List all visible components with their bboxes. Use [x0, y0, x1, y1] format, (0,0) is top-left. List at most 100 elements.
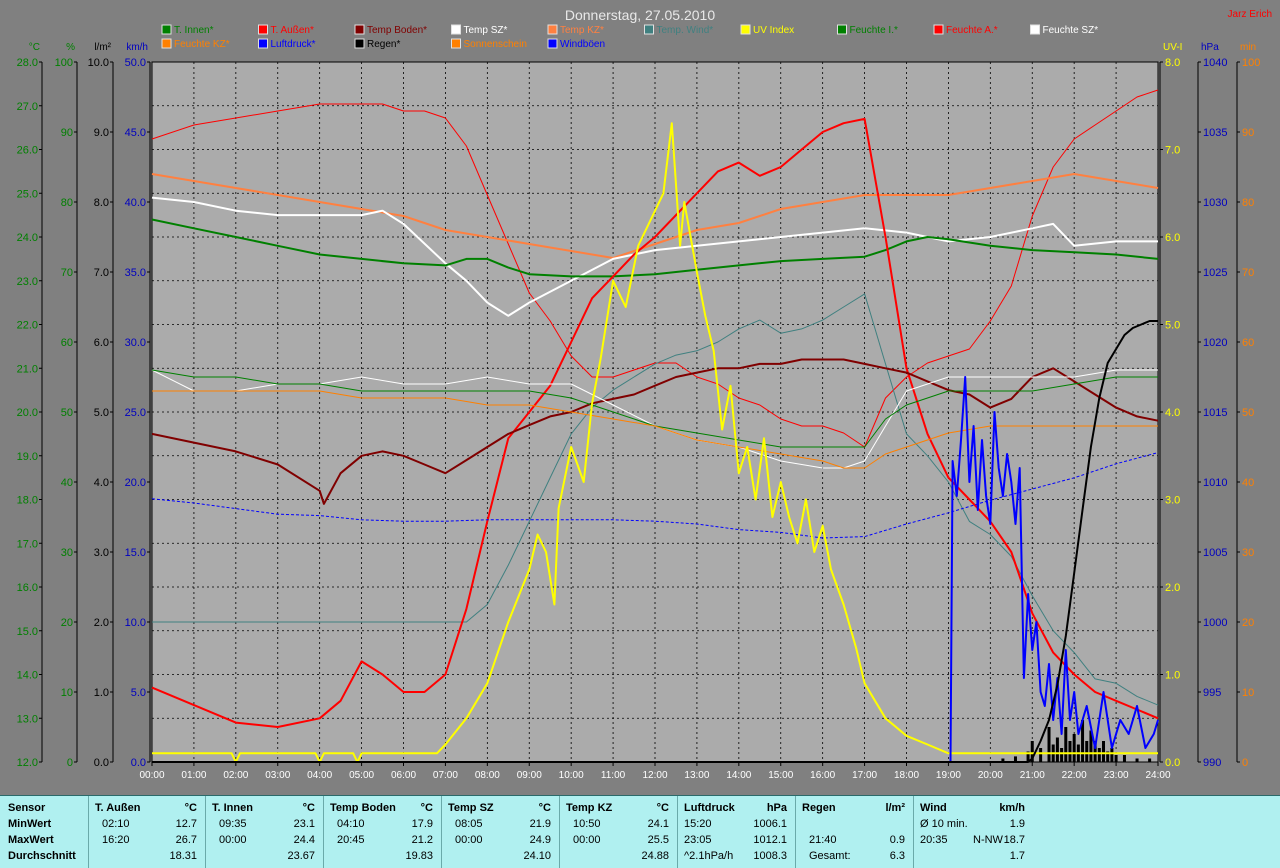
stats-column: T. Außen °C 02:10 12.7 16:20 26.7 18.31 [88, 796, 206, 868]
legend-swatch [933, 24, 944, 35]
legend-label: Feuchte A.* [946, 25, 998, 36]
right-axis-tick-label: 1020 [1203, 337, 1227, 349]
stats-value: 17.9 [411, 818, 433, 830]
stats-value: 24.4 [293, 834, 315, 846]
x-axis-tick-label: 13:00 [684, 770, 709, 781]
legend-swatch [161, 24, 172, 35]
stats-value: 18.7 [1003, 834, 1025, 846]
x-axis-tick-label: 14:00 [726, 770, 751, 781]
x-axis-tick-label: 22:00 [1062, 770, 1087, 781]
stats-sensor-header: Sensor [8, 802, 46, 814]
left-axis-tick-label: 19.0 [17, 451, 38, 463]
legend-label: Regen* [367, 39, 400, 50]
legend-swatch [1030, 24, 1040, 35]
stats-time: 09:35 [219, 818, 247, 830]
rain-bar [1047, 727, 1051, 762]
left-axis-tick-label: 80 [61, 197, 73, 209]
stats-value: 26.7 [175, 834, 197, 846]
left-axis-tick-label: 22.0 [17, 320, 38, 332]
stats-time: Ø 10 min. [920, 818, 968, 830]
left-axis-unit: km/h [126, 42, 148, 53]
legend: T. Innen* T. Außen* Temp Boden* Temp SZ* Tem… [161, 24, 1098, 50]
rain-bar [1097, 748, 1101, 762]
x-axis-tick-label: 07:00 [433, 770, 458, 781]
left-axis-tick-label: 25.0 [125, 407, 146, 419]
left-axis-tick-label: 15.0 [17, 626, 38, 638]
right-axis-tick-label: 1025 [1203, 267, 1227, 279]
rain-bar [1055, 737, 1059, 762]
stats-value: 1.7 [1009, 850, 1025, 862]
stats-column: Wind km/h Ø 10 min. 1.9 20:35 N-NW 18.7 1.7 [913, 796, 1033, 868]
stats-value: 23.1 [293, 818, 315, 830]
stats-time: 16:20 [102, 834, 130, 846]
stats-column-header: Regen [802, 802, 836, 814]
rain-bar [1060, 748, 1064, 762]
legend-swatch [547, 24, 558, 35]
right-axis-tick-label: 0.0 [1165, 757, 1180, 769]
stats-column-unit: °C [184, 802, 197, 814]
stats-value: 1012.1 [753, 834, 787, 846]
right-axis-unit: hPa [1201, 42, 1219, 53]
legend-label: T. Innen* [174, 25, 214, 36]
left-axis-tick-label: 27.0 [17, 101, 38, 113]
left-axis-tick-label: 100 [55, 57, 73, 69]
legend-swatch [547, 38, 558, 49]
stats-value: 1.9 [1009, 818, 1025, 830]
x-axis: 00:00 01:00 02:00 03:00 04:00 05:00 06:00 07:00… [139, 762, 1171, 781]
x-axis-tick-label: 19:00 [936, 770, 961, 781]
author-label: Jarz Erich [1228, 9, 1272, 20]
legend-swatch [161, 38, 172, 49]
x-axis-tick-label: 05:00 [349, 770, 374, 781]
x-axis-tick-label: 17:00 [852, 770, 877, 781]
right-axis-tick-label: 2.0 [1165, 582, 1180, 594]
stats-column: T. Innen °C 09:35 23.1 00:00 24.4 23.67 [205, 796, 324, 868]
stats-value: 18.31 [169, 850, 197, 862]
chart-title: Donnerstag, 27.05.2010 [565, 7, 715, 23]
left-axis-tick-label: 4.0 [94, 477, 109, 489]
left-axis-tick-label: 50 [61, 407, 73, 419]
stats-value: 23.67 [287, 850, 315, 862]
stats-column-header: T. Außen [95, 802, 141, 814]
left-axis-tick-label: 50.0 [125, 57, 146, 69]
legend-swatch [644, 24, 654, 35]
legend-swatch [354, 24, 365, 35]
x-axis-tick-label: 11:00 [601, 770, 626, 781]
left-axis-unit: °C [29, 42, 40, 53]
stats-time: 21:40 [809, 834, 837, 846]
left-axis-tick-label: 25.0 [17, 188, 38, 200]
stats-column-header: T. Innen [212, 802, 253, 814]
stats-column-header: Temp SZ [448, 802, 494, 814]
left-axis-tick-label: 70 [61, 267, 73, 279]
right-axis-tick-label: 5.0 [1165, 320, 1180, 332]
right-axis-tick-label: 1030 [1203, 197, 1227, 209]
left-axis-tick-label: 7.0 [94, 267, 109, 279]
right-axis-tick-label: 80 [1242, 197, 1254, 209]
left-axis-tick-label: 23.0 [17, 276, 38, 288]
right-axis-tick-label: 40 [1242, 477, 1254, 489]
stats-time: 00:00 [455, 834, 483, 846]
legend-label: Feuchte KZ* [174, 39, 230, 50]
legend-swatch [354, 38, 365, 49]
legend-swatch [258, 38, 268, 49]
right-axis-tick-label: 1015 [1203, 407, 1227, 419]
stats-row-label: MinWert [8, 818, 52, 830]
left-axis-tick-label: 2.0 [94, 617, 109, 629]
rain-bar [1114, 755, 1118, 762]
stats-direction: N-NW [973, 834, 1003, 846]
stats-column-unit: km/h [999, 802, 1025, 814]
left-axis-tick-label: 26.0 [17, 145, 38, 157]
right-axis-unit: min [1240, 42, 1256, 53]
left-axis-tick-label: 28.0 [17, 57, 38, 69]
x-axis-tick-label: 00:00 [139, 770, 164, 781]
x-axis-tick-label: 03:00 [265, 770, 290, 781]
stats-time: 00:00 [573, 834, 601, 846]
right-axis-tick-label: 6.0 [1165, 232, 1180, 244]
stats-time: 15:20 [684, 818, 712, 830]
stats-column-unit: °C [302, 802, 315, 814]
left-axis-tick-label: 0.0 [131, 757, 146, 769]
right-axis-tick-label: 30 [1242, 547, 1254, 559]
stats-value: 21.9 [529, 818, 551, 830]
left-axis-tick-label: 20.0 [17, 407, 38, 419]
x-axis-tick-label: 18:00 [894, 770, 919, 781]
stats-value: 1006.1 [753, 818, 787, 830]
